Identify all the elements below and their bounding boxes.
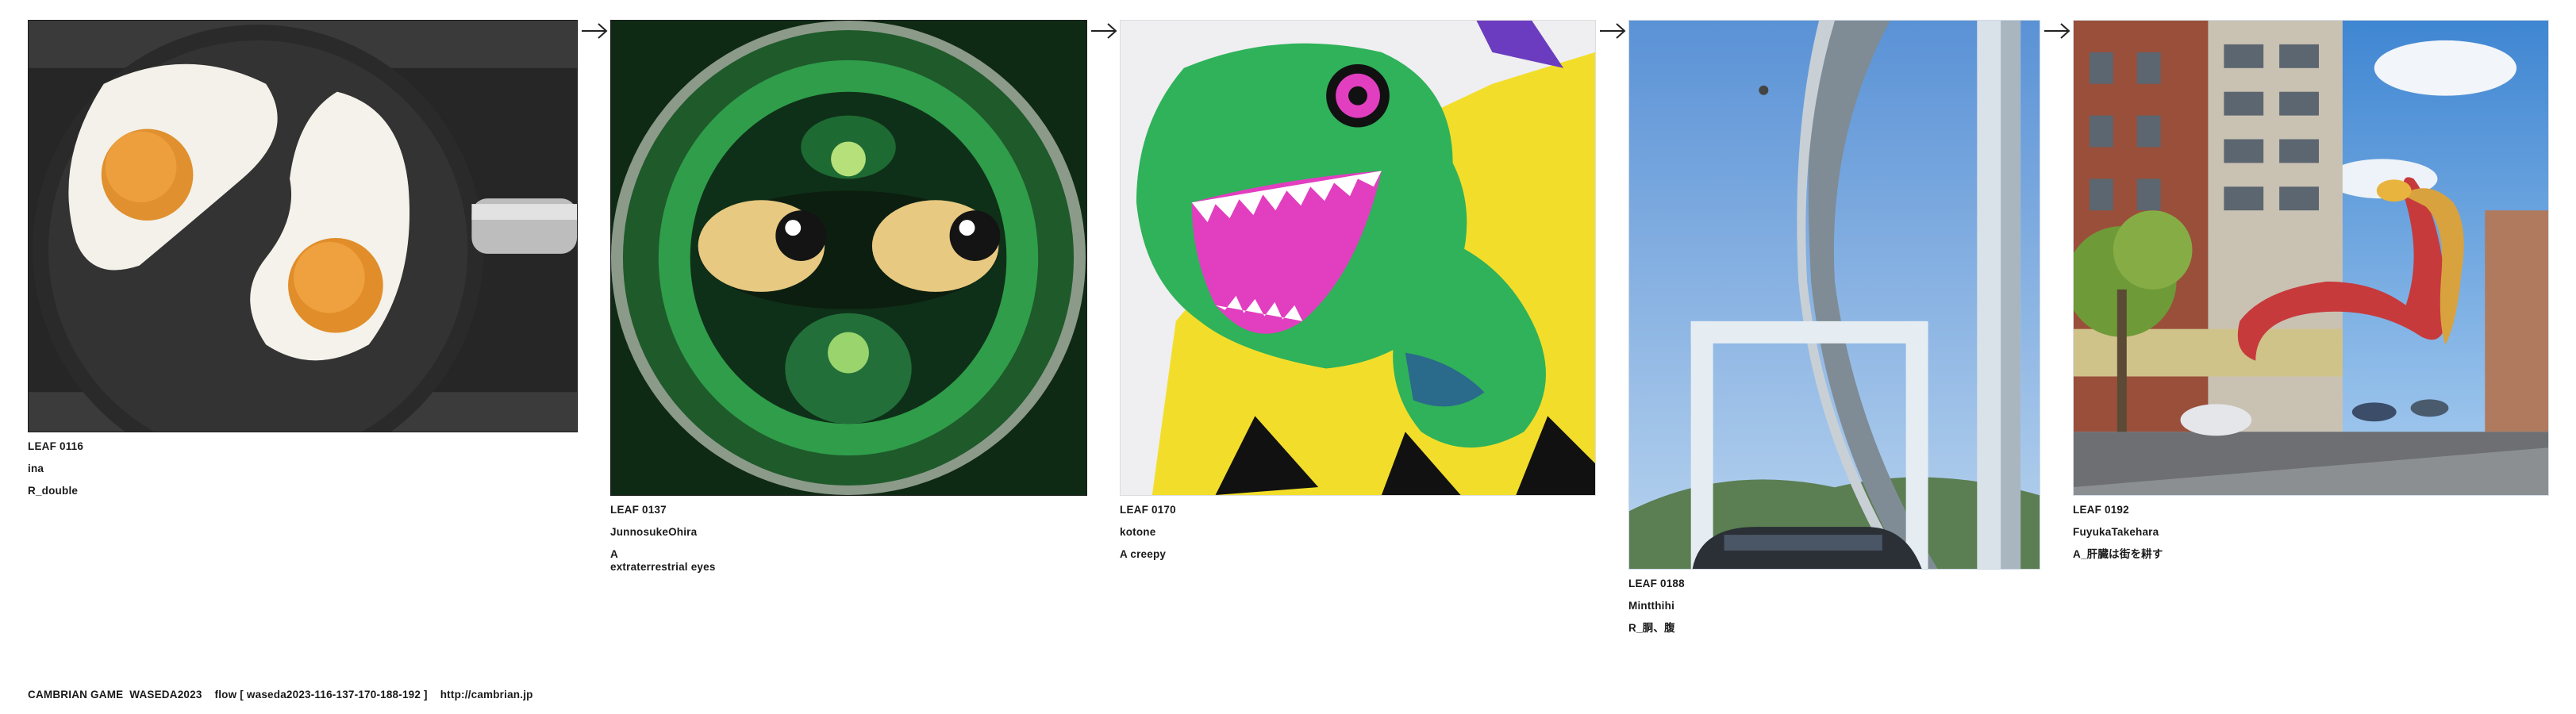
- right-arrow-icon: [2043, 21, 2070, 40]
- leaf-card-0137[interactable]: LEAF 0137 JunnosukeOhira A extraterrestr…: [610, 20, 1087, 574]
- leaf-author[interactable]: ina: [28, 463, 578, 475]
- leaf-id: LEAF 0137: [610, 504, 667, 516]
- footer: CAMBRIAN GAME WASEDA2023 flow [ waseda202…: [28, 689, 533, 701]
- leaf-title: R_double: [28, 485, 79, 497]
- leaf-title: A_肝臓は街を耕す: [2073, 548, 2163, 560]
- leaf-author[interactable]: Mintthihi: [1628, 600, 2040, 612]
- leaf-author[interactable]: FuyukaTakehara: [2073, 526, 2549, 539]
- right-arrow-icon: [581, 21, 608, 40]
- leaf-card-0188[interactable]: LEAF 0188 Mintthihi R_胴、腹: [1628, 20, 2040, 635]
- leaf-id: LEAF 0192: [2073, 504, 2129, 516]
- leaf-card-0170[interactable]: LEAF 0170 kotone A creepy: [1120, 20, 1596, 561]
- leaf-id: LEAF 0188: [1628, 578, 1685, 589]
- leaf-title: R_胴、腹: [1628, 622, 1675, 634]
- leaf-card-0192[interactable]: LEAF 0192 FuyukaTakehara A_肝臓は街を耕す: [2073, 20, 2549, 561]
- leaf-author[interactable]: kotone: [1120, 526, 1596, 539]
- footer-url-link[interactable]: http://cambrian.jp: [440, 689, 533, 701]
- leaf-title: A extraterrestrial eyes: [610, 548, 716, 573]
- leaf-image-extraterrestrial-eyes[interactable]: [610, 20, 1087, 496]
- footer-flow: flow [ waseda2023-116-137-170-188-192 ]: [214, 689, 428, 701]
- leaf-title: A creepy: [1120, 548, 1167, 560]
- leaf-image-fried-eggs[interactable]: [28, 20, 578, 432]
- right-arrow-icon: [1090, 21, 1117, 40]
- leaf-id: LEAF 0170: [1120, 504, 1176, 516]
- right-arrow-icon: [1599, 21, 1626, 40]
- leaf-author[interactable]: JunnosukeOhira: [610, 526, 1087, 539]
- footer-game-title: CAMBRIAN GAME WASEDA2023: [28, 689, 202, 701]
- leaf-image-liver-city[interactable]: [2073, 20, 2549, 496]
- leaf-image-monorail[interactable]: [1628, 20, 2040, 570]
- leaf-image-creepy-dinosaur[interactable]: [1120, 20, 1596, 496]
- leaf-card-0116[interactable]: LEAF 0116 ina R_double: [28, 20, 578, 497]
- leaf-id: LEAF 0116: [28, 440, 84, 452]
